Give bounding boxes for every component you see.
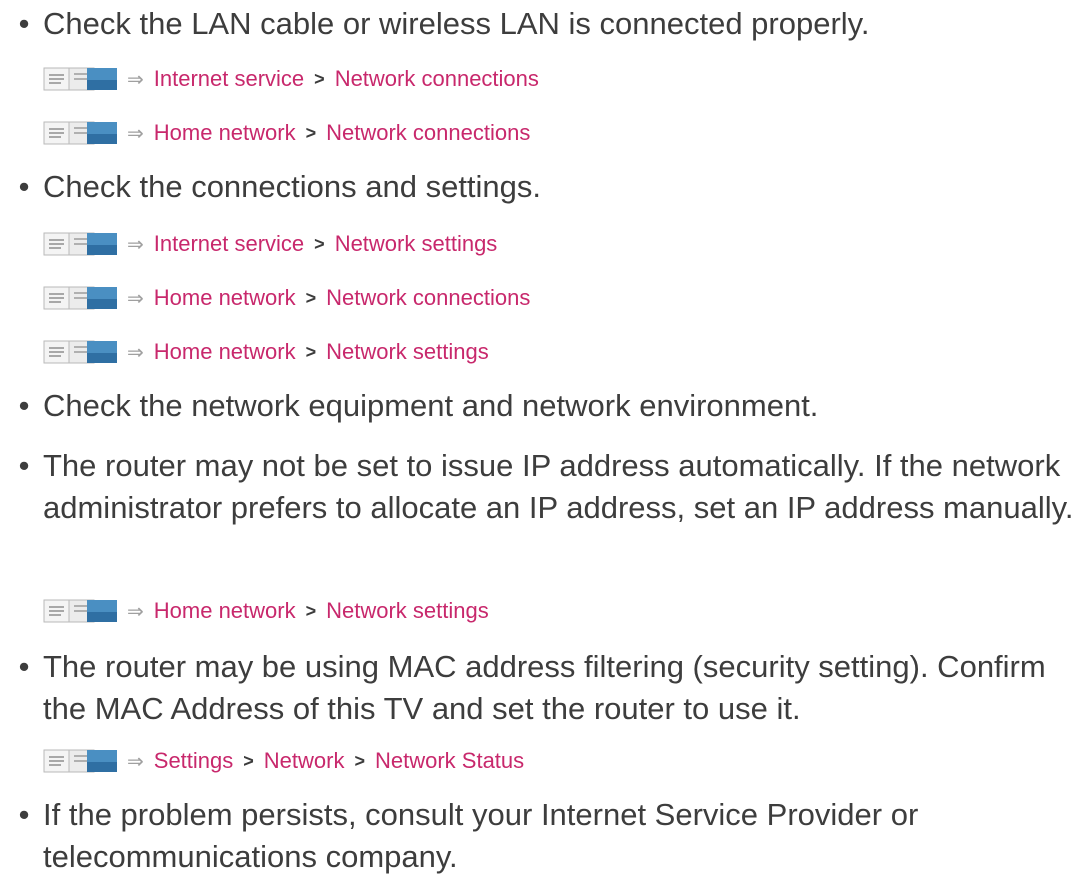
bullet-text: Check the LAN cable or wireless LAN is c…	[43, 6, 870, 41]
bullet-dot: •	[18, 649, 30, 684]
reference-part[interactable]: Network connections	[326, 285, 530, 311]
reference-part[interactable]: Home network	[154, 285, 296, 311]
book-icon	[43, 749, 117, 773]
double-arrow-icon: ⇒	[127, 750, 144, 773]
reference-part[interactable]: Home network	[154, 120, 296, 146]
separator: >	[354, 750, 365, 771]
reference-link[interactable]: ⇒ Internet service > Network settings	[43, 229, 497, 259]
separator: >	[305, 122, 317, 143]
reference-part[interactable]: Internet service	[154, 231, 304, 257]
bullet-item: • Check the network equipment and networ…	[0, 385, 1085, 427]
reference-link[interactable]: ⇒ Home network > Network connections	[43, 283, 530, 313]
bullet-text: The router may not be set to issue IP ad…	[43, 448, 1074, 525]
reference-part[interactable]: Network Status	[375, 748, 524, 774]
reference-part[interactable]: Network connections	[335, 66, 539, 92]
separator: >	[314, 233, 325, 254]
reference-part[interactable]: Network settings	[326, 598, 489, 624]
reference-part[interactable]: Network settings	[326, 339, 489, 365]
double-arrow-icon: ⇒	[127, 233, 144, 256]
bullet-dot: •	[18, 448, 30, 483]
bullet-dot: •	[18, 388, 30, 423]
double-arrow-icon: ⇒	[127, 287, 144, 310]
book-icon	[43, 599, 117, 623]
bullet-text: Check the network equipment and network …	[43, 388, 819, 423]
reference-link[interactable]: ⇒ Home network > Network connections	[43, 118, 530, 148]
book-icon	[43, 67, 117, 91]
double-arrow-icon: ⇒	[127, 68, 144, 91]
bullet-item: • The router may be using MAC address fi…	[0, 646, 1085, 730]
bullet-text: If the problem persists, consult your In…	[43, 797, 919, 874]
bullet-dot: •	[18, 169, 30, 204]
book-icon	[43, 232, 117, 256]
reference-link[interactable]: ⇒ Home network > Network settings	[43, 337, 489, 367]
bullet-dot: •	[18, 797, 30, 832]
bullet-item: • Check the LAN cable or wireless LAN is…	[0, 3, 1085, 45]
separator: >	[305, 287, 317, 308]
separator: >	[305, 341, 317, 362]
double-arrow-icon: ⇒	[127, 600, 144, 623]
double-arrow-icon: ⇒	[127, 122, 144, 145]
separator: >	[314, 68, 325, 89]
reference-part[interactable]: Internet service	[154, 66, 304, 92]
reference-part[interactable]: Network settings	[335, 231, 498, 257]
reference-link[interactable]: ⇒ Home network > Network settings	[43, 596, 489, 626]
bullet-dot: •	[18, 6, 30, 41]
bullet-item: • The router may not be set to issue IP …	[0, 445, 1085, 529]
reference-part[interactable]: Home network	[154, 598, 296, 624]
book-icon	[43, 340, 117, 364]
bullet-item: • If the problem persists, consult your …	[0, 794, 1085, 878]
reference-part[interactable]: Settings	[154, 748, 234, 774]
reference-link[interactable]: ⇒ Settings > Network > Network Status	[43, 746, 524, 776]
bullet-text: The router may be using MAC address filt…	[43, 649, 1046, 726]
bullet-item: • Check the connections and settings.	[0, 166, 1085, 208]
reference-part[interactable]: Network connections	[326, 120, 530, 146]
double-arrow-icon: ⇒	[127, 341, 144, 364]
reference-part[interactable]: Network	[264, 748, 345, 774]
separator: >	[305, 600, 317, 621]
book-icon	[43, 121, 117, 145]
reference-part[interactable]: Home network	[154, 339, 296, 365]
bullet-text: Check the connections and settings.	[43, 169, 542, 204]
book-icon	[43, 286, 117, 310]
reference-link[interactable]: ⇒ Internet service > Network connections	[43, 64, 539, 94]
separator: >	[243, 750, 254, 771]
